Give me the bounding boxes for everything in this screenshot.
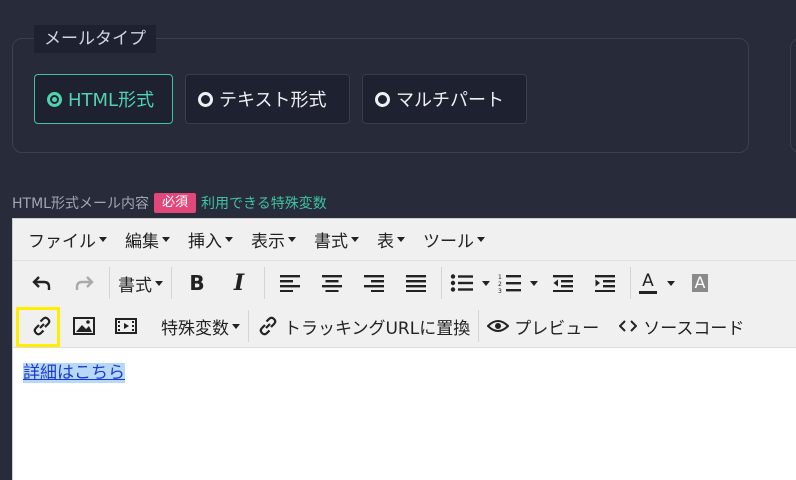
italic-button[interactable]: I [222, 266, 256, 300]
radio-text-label: テキスト形式 [219, 90, 327, 111]
content-label: HTML形式メール内容 [12, 196, 149, 212]
code-icon [619, 320, 638, 332]
image-icon [73, 317, 95, 335]
radio-html-label: HTML形式 [68, 90, 155, 111]
bullet-list-button[interactable] [450, 266, 490, 300]
chevron-down-icon [482, 280, 490, 286]
bg-color-button[interactable]: A [683, 266, 717, 300]
align-left-button[interactable] [273, 266, 307, 300]
radio-multipart[interactable]: マルチパート [362, 74, 527, 124]
chevron-down-icon [162, 237, 170, 242]
redo-button[interactable] [67, 266, 101, 300]
source-code-button[interactable]: ソースコード [619, 309, 744, 343]
toolbar-separator [441, 267, 442, 299]
menu-view[interactable]: 表示 [242, 227, 305, 252]
align-justify-button[interactable] [399, 266, 433, 300]
link-highlight-box [16, 307, 60, 347]
svg-text:1: 1 [498, 274, 502, 281]
rich-text-editor: ファイル 編集 挿入 表示 書式 表 ツール 書式 B I 1 2 3 A A … [12, 218, 796, 480]
editor-toolbar-1: 書式 B I 123 A A [13, 261, 796, 305]
chevron-down-icon [232, 323, 240, 329]
menu-tools[interactable]: ツール [414, 227, 494, 252]
toolbar-separator [478, 310, 480, 342]
bold-button[interactable]: B [180, 266, 214, 300]
indent-button[interactable] [588, 266, 622, 300]
redo-icon [75, 276, 94, 290]
special-vars-dropdown[interactable]: 特殊変数 [161, 309, 240, 343]
editor-content[interactable]: 詳細はこちら [13, 348, 796, 393]
radio-multipart-label: マルチパート [396, 90, 504, 111]
undo-button[interactable] [25, 266, 59, 300]
menu-table[interactable]: 表 [368, 227, 414, 252]
radio-html[interactable]: HTML形式 [34, 74, 173, 124]
toolbar-separator [630, 267, 631, 299]
radio-text[interactable]: テキスト形式 [185, 74, 350, 124]
special-vars-link[interactable]: 利用できる特殊変数 [201, 193, 327, 213]
chevron-down-icon [667, 280, 675, 286]
align-center-button[interactable] [315, 266, 349, 300]
content-label-row: HTML形式メール内容 必須 利用できる特殊変数 [12, 192, 327, 214]
numbered-list-icon: 123 [498, 274, 521, 293]
insert-image-button[interactable] [67, 309, 101, 343]
align-center-icon [322, 275, 342, 292]
eye-icon [487, 320, 510, 332]
toolbar-separator [248, 310, 249, 342]
svg-text:3: 3 [498, 288, 502, 293]
required-badge: 必須 [153, 193, 196, 213]
menu-file[interactable]: ファイル [19, 227, 116, 252]
side-panel-edge [790, 38, 796, 153]
chevron-down-icon [99, 237, 107, 242]
text-color-letter: A [642, 270, 654, 291]
editor-menubar: ファイル 編集 挿入 表示 書式 表 ツール [13, 219, 796, 261]
toolbar-separator [171, 267, 172, 299]
svg-text:2: 2 [498, 281, 502, 288]
tracking-url-button[interactable]: トラッキングURLに置換 [257, 309, 470, 343]
radio-unselected-icon [198, 91, 213, 107]
undo-icon [32, 276, 51, 290]
mail-type-legend: メールタイプ [34, 25, 156, 53]
toolbar-separator [109, 267, 110, 299]
insert-media-button[interactable] [109, 309, 143, 343]
outdent-button[interactable] [546, 266, 580, 300]
chevron-down-icon [155, 280, 163, 286]
align-justify-icon [406, 275, 426, 292]
text-color-button[interactable]: A [639, 266, 675, 300]
chevron-down-icon [288, 237, 296, 242]
numbered-list-button[interactable]: 123 [498, 266, 538, 300]
chevron-down-icon [530, 280, 538, 286]
align-left-icon [280, 275, 300, 292]
radio-selected-icon [47, 91, 62, 107]
body-link[interactable]: 詳細はこちら [23, 363, 125, 383]
chevron-down-icon [397, 237, 405, 242]
indent-icon [595, 275, 615, 292]
menu-format[interactable]: 書式 [305, 227, 368, 252]
chevron-down-icon [351, 237, 359, 242]
film-icon [115, 318, 137, 334]
menu-insert[interactable]: 挿入 [179, 227, 242, 252]
bullet-list-icon [450, 274, 473, 292]
text-color-bar [639, 290, 657, 294]
outdent-icon [553, 275, 573, 292]
bg-color-letter: A [691, 274, 709, 292]
editor-toolbar-2: 特殊変数 トラッキングURLに置換 プレビュー ソースコード [13, 305, 796, 348]
align-right-icon [364, 275, 384, 292]
align-right-button[interactable] [357, 266, 391, 300]
radio-unselected-icon [375, 91, 390, 107]
chevron-down-icon [477, 237, 485, 242]
menu-edit[interactable]: 編集 [116, 227, 179, 252]
link-icon [259, 316, 277, 336]
preview-button[interactable]: プレビュー [487, 309, 599, 343]
toolbar-separator [264, 267, 265, 299]
chevron-down-icon [225, 237, 233, 242]
format-dropdown[interactable]: 書式 [118, 266, 163, 300]
